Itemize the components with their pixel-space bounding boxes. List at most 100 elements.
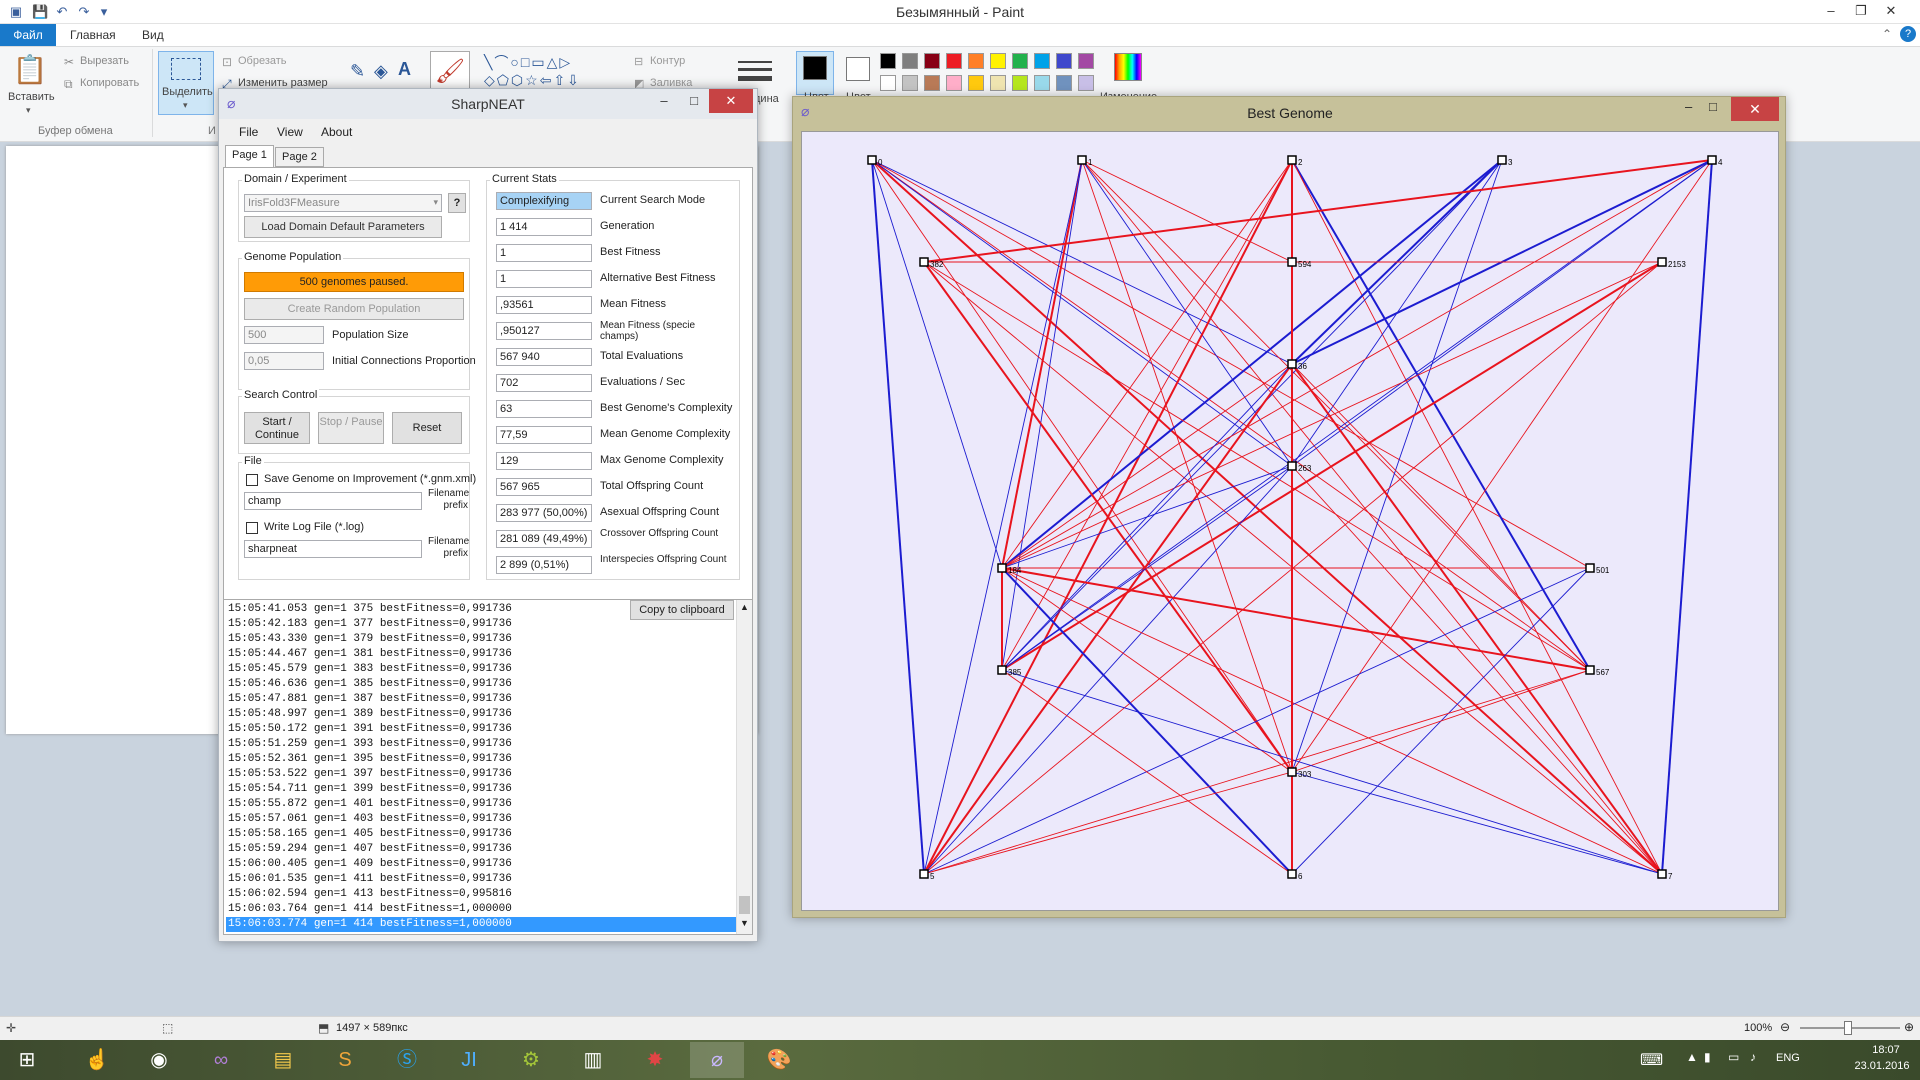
start-continue-button[interactable]: Start / Continue [244, 412, 310, 444]
menu-about[interactable]: About [321, 125, 352, 139]
language-indicator[interactable]: ENG [1776, 1052, 1800, 1064]
android-studio-icon[interactable]: ⚙ [504, 1042, 558, 1078]
best-genome-minimize-icon[interactable]: – [1685, 99, 1692, 114]
minimize-icon[interactable]: – [1816, 0, 1846, 22]
log-line[interactable]: 15:05:47.881 gen=1 387 bestFitness=0,991… [226, 692, 736, 707]
palette-swatch[interactable] [968, 75, 984, 91]
write-log-checkbox[interactable] [246, 522, 258, 534]
palette-swatch[interactable] [1012, 53, 1028, 69]
volume-icon[interactable]: ♪ [1750, 1050, 1756, 1064]
network-icon[interactable]: ▮ [1704, 1050, 1711, 1064]
log-line[interactable]: 15:05:48.997 gen=1 389 bestFitness=0,991… [226, 707, 736, 722]
zoom-slider[interactable] [1800, 1021, 1900, 1035]
keyboard-icon[interactable]: ⌨ [1640, 1050, 1663, 1070]
palette-swatch[interactable] [1012, 75, 1028, 91]
paste-icon[interactable]: 📋 [12, 53, 48, 93]
log-line[interactable]: 15:05:59.294 gen=1 407 bestFitness=0,991… [226, 842, 736, 857]
clock-time[interactable]: 18:07 [1856, 1044, 1916, 1056]
experiment-select[interactable]: IrisFold3FMeasure ▾ [244, 194, 442, 212]
battery-icon[interactable]: ▭ [1728, 1050, 1739, 1064]
log-line[interactable]: 15:05:55.872 gen=1 401 bestFitness=0,991… [226, 797, 736, 812]
tab-file[interactable]: Файл [0, 24, 56, 46]
log-line[interactable]: 15:06:02.594 gen=1 413 bestFitness=0,995… [226, 887, 736, 902]
log-scrollbar[interactable]: ▲ ▼ [736, 600, 752, 934]
start-button-icon[interactable]: ⊞ [0, 1042, 54, 1078]
log-line[interactable]: 15:05:52.361 gen=1 395 bestFitness=0,991… [226, 752, 736, 767]
tab-page2[interactable]: Page 2 [275, 147, 324, 167]
collapse-ribbon-icon[interactable]: ⌃ [1882, 27, 1892, 41]
sharpneat-minimize-icon[interactable]: – [649, 89, 679, 113]
log-line[interactable]: 15:05:43.330 gen=1 379 bestFitness=0,991… [226, 632, 736, 647]
menu-view[interactable]: View [277, 125, 303, 139]
task-manager-icon[interactable]: ▥ [566, 1042, 620, 1078]
log-line[interactable]: 15:05:50.172 gen=1 391 bestFitness=0,991… [226, 722, 736, 737]
paste-button[interactable]: Вставить [8, 91, 55, 103]
genome-prefix-field[interactable]: champ [244, 492, 422, 510]
tab-view[interactable]: Вид [130, 24, 176, 46]
palette-swatch[interactable] [946, 53, 962, 69]
log-line[interactable]: 15:05:53.522 gen=1 397 bestFitness=0,991… [226, 767, 736, 782]
palette-swatch[interactable] [968, 53, 984, 69]
color2-swatch[interactable] [846, 57, 870, 81]
palette-swatch[interactable] [1034, 53, 1050, 69]
edit-colors-icon[interactable] [1114, 53, 1142, 81]
sublime-icon[interactable]: S [318, 1042, 372, 1078]
log-line[interactable]: 15:06:03.764 gen=1 414 bestFitness=1,000… [226, 902, 736, 917]
stop-pause-button[interactable]: Stop / Pause [318, 412, 384, 444]
load-defaults-button[interactable]: Load Domain Default Parameters [244, 216, 442, 238]
pencil-icon[interactable]: ✎ [350, 61, 365, 82]
reset-button[interactable]: Reset [392, 412, 462, 444]
log-line[interactable]: 15:05:44.467 gen=1 381 bestFitness=0,991… [226, 647, 736, 662]
palette-swatch[interactable] [990, 53, 1006, 69]
palette-swatch[interactable] [1078, 75, 1094, 91]
palette-swatch[interactable] [924, 75, 940, 91]
sharpneat-maximize-icon[interactable]: □ [679, 89, 709, 113]
log-line[interactable]: 15:06:03.774 gen=1 414 bestFitness=1,000… [226, 917, 736, 932]
log-line[interactable]: 15:05:54.711 gen=1 399 bestFitness=0,991… [226, 782, 736, 797]
visual-studio-icon[interactable]: ∞ [194, 1042, 248, 1078]
skype-icon[interactable]: Ⓢ [380, 1042, 434, 1078]
palette-swatch[interactable] [990, 75, 1006, 91]
log-line[interactable]: 15:06:01.535 gen=1 411 bestFitness=0,991… [226, 872, 736, 887]
log-line[interactable]: 15:06:00.405 gen=1 409 bestFitness=0,991… [226, 857, 736, 872]
palette-swatch[interactable] [924, 53, 940, 69]
create-random-population-button[interactable]: Create Random Population [244, 298, 464, 320]
palette-swatch[interactable] [880, 53, 896, 69]
clock-date[interactable]: 23.01.2016 [1850, 1060, 1914, 1072]
zoom-out-icon[interactable]: ⊖ [1780, 1020, 1790, 1034]
sharpneat-close-icon[interactable]: ✕ [709, 89, 753, 113]
help-icon[interactable]: ? [1900, 26, 1916, 42]
game-icon[interactable]: ✸ [628, 1042, 682, 1078]
palette-swatch[interactable] [902, 53, 918, 69]
palette-swatch[interactable] [1034, 75, 1050, 91]
zoom-slider-handle[interactable] [1844, 1021, 1852, 1035]
select-button[interactable]: Выделить ▾ [158, 51, 214, 115]
palette-swatch[interactable] [902, 75, 918, 91]
log-line[interactable]: 15:05:58.165 gen=1 405 bestFitness=0,991… [226, 827, 736, 842]
save-genome-checkbox[interactable] [246, 474, 258, 486]
best-genome-close-icon[interactable]: ✕ [1731, 97, 1779, 121]
menu-file[interactable]: File [239, 125, 258, 139]
scroll-down-icon[interactable]: ▼ [740, 918, 749, 928]
paint-taskbar-icon[interactable]: 🎨 [752, 1042, 806, 1078]
tray-expand-icon[interactable]: ▲ [1686, 1050, 1698, 1064]
touch-app-icon[interactable]: ☝ [70, 1042, 124, 1078]
maximize-icon[interactable]: ❐ [1846, 0, 1876, 22]
scroll-up-icon[interactable]: ▲ [740, 602, 749, 612]
best-genome-maximize-icon[interactable]: □ [1709, 99, 1717, 114]
text-tool-icon[interactable]: A [398, 59, 411, 80]
palette-swatch[interactable] [880, 75, 896, 91]
copy-button[interactable]: Копировать [80, 77, 139, 89]
outline-button[interactable]: Контур [650, 55, 685, 67]
cut-button[interactable]: Вырезать [80, 55, 129, 67]
close-icon[interactable]: ✕ [1876, 0, 1906, 22]
crop-button[interactable]: Обрезать [238, 55, 287, 67]
palette-swatch[interactable] [946, 75, 962, 91]
log-line[interactable]: 15:05:45.579 gen=1 383 bestFitness=0,991… [226, 662, 736, 677]
experiment-help-button[interactable]: ? [448, 193, 466, 213]
tab-page1[interactable]: Page 1 [225, 145, 274, 167]
log-prefix-field[interactable]: sharpneat [244, 540, 422, 558]
color1-button[interactable] [796, 51, 834, 95]
tab-home[interactable]: Главная [58, 24, 128, 46]
sharpneat-taskbar-icon[interactable]: ⌀ [690, 1042, 744, 1078]
